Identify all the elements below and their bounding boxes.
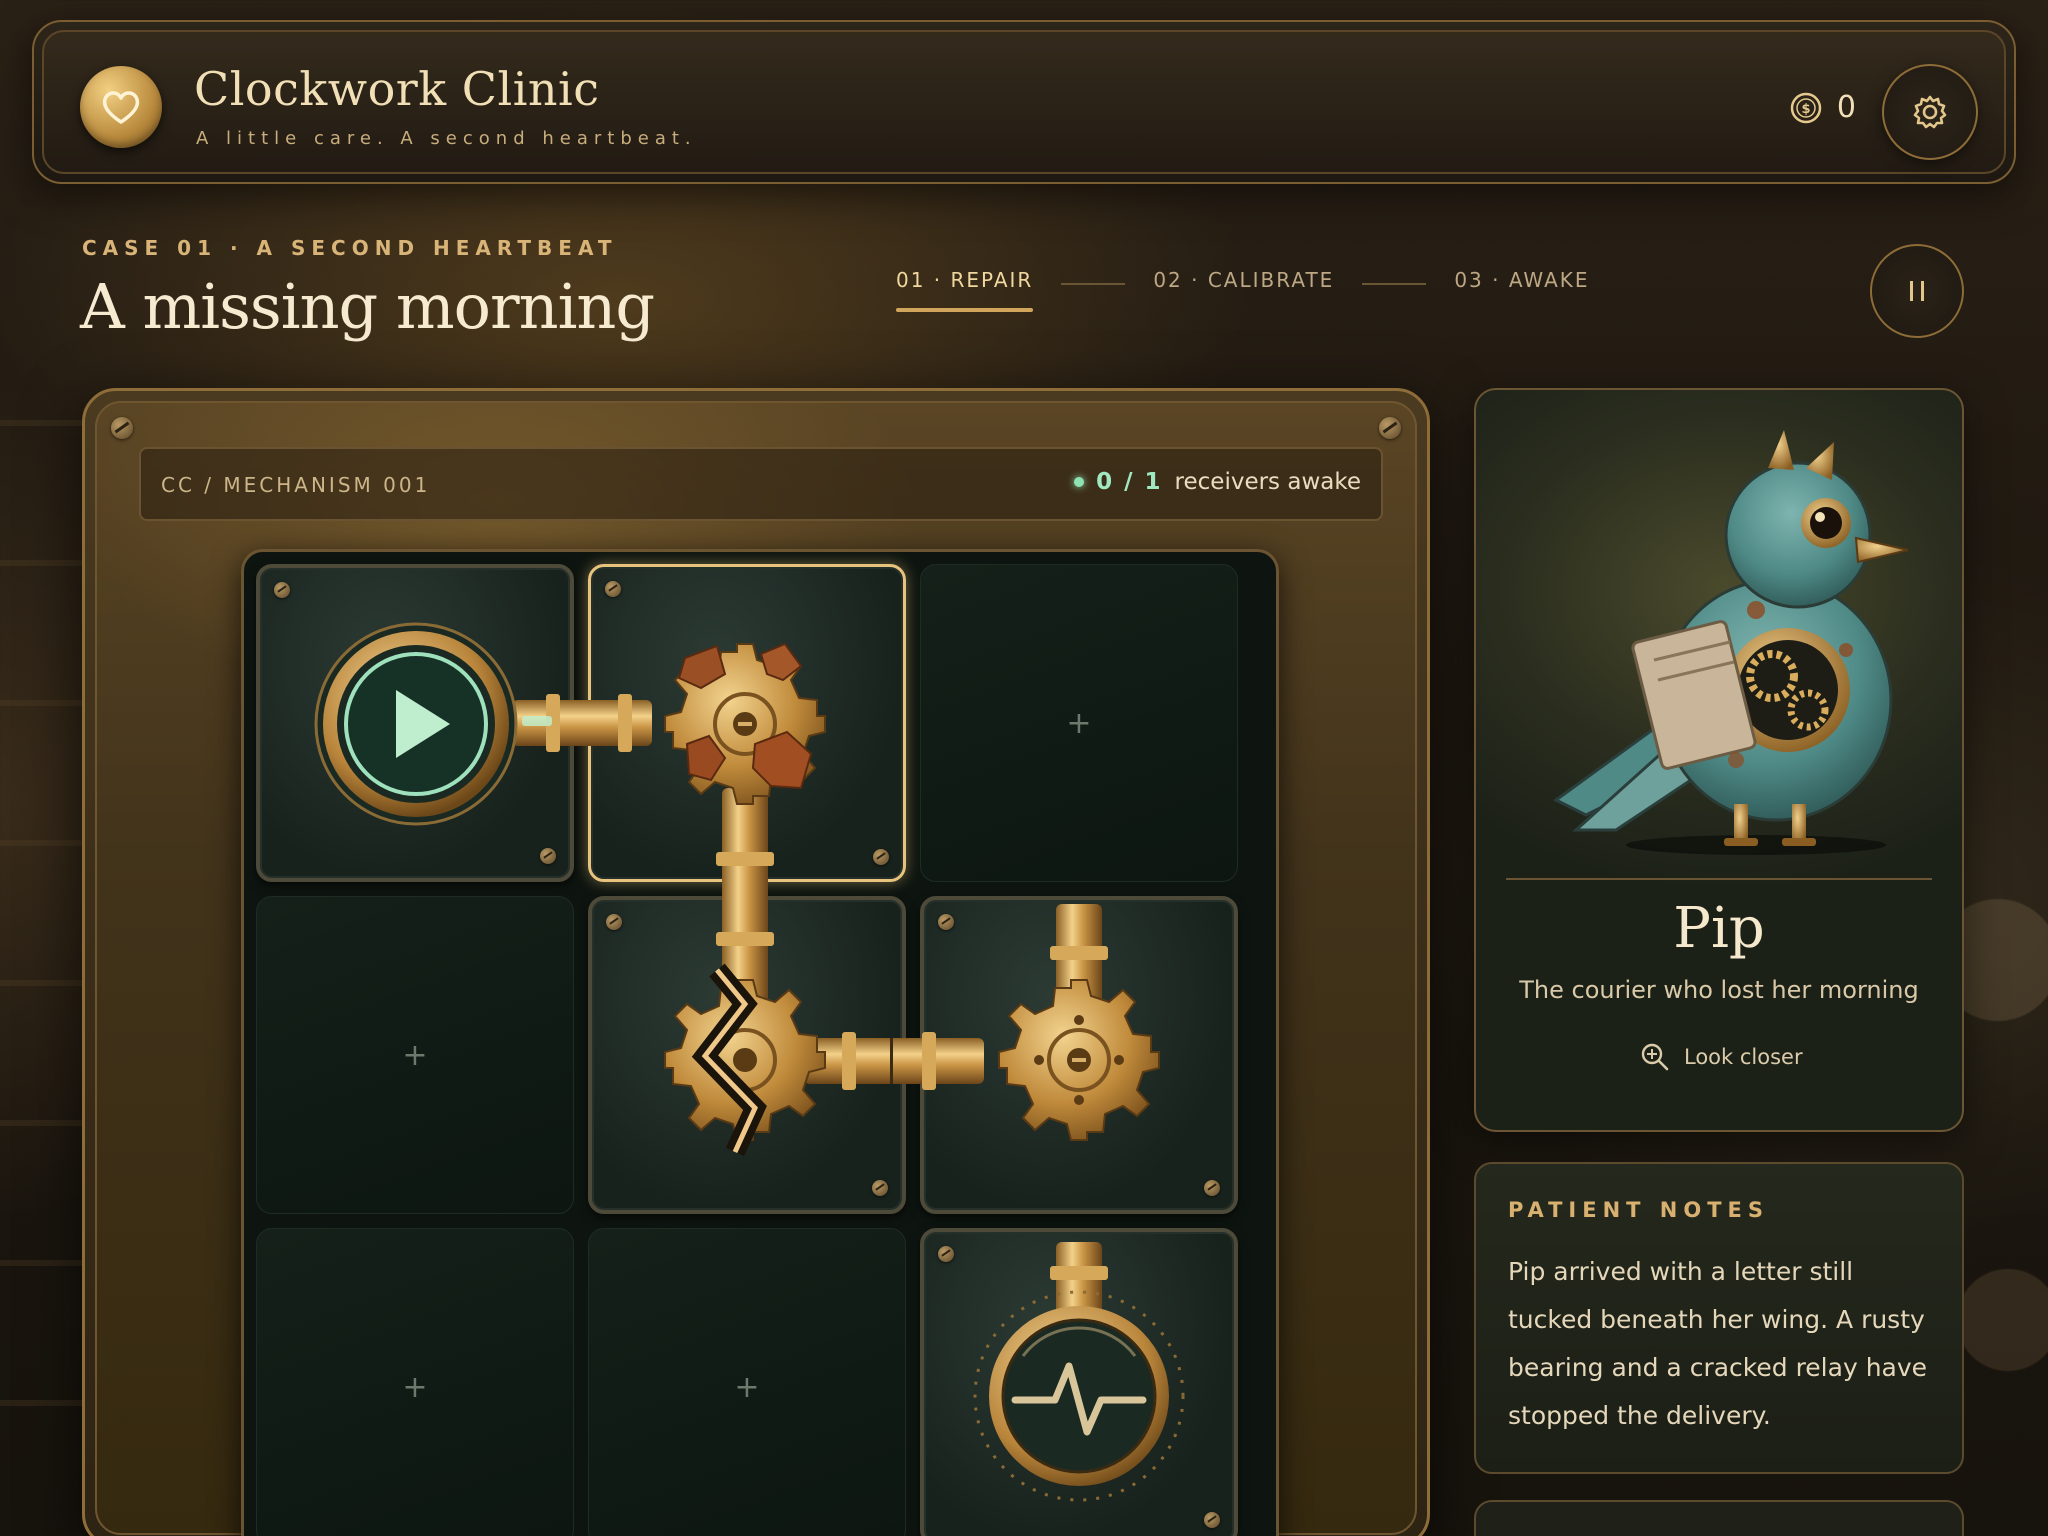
step-repair[interactable]: 01 · REPAIR <box>896 268 1034 312</box>
tile-empty[interactable]: + <box>920 564 1238 882</box>
coin-counter: $ 0 <box>1789 90 1856 125</box>
add-slot-icon: + <box>402 1037 428 1073</box>
tile-cracked-gear[interactable] <box>588 896 906 1214</box>
screw-icon <box>938 914 954 930</box>
patient-description: The courier who lost her morning <box>1519 976 1919 1004</box>
coin-count: 0 <box>1836 90 1856 125</box>
add-slot-icon: + <box>402 1369 428 1405</box>
patient-notes-title: PATIENT NOTES <box>1508 1198 1770 1222</box>
patient-notes-card: PATIENT NOTES Pip arrived with a letter … <box>1474 1162 1964 1474</box>
mechanism-board-inner: CC / MECHANISM 001 0 / 1 receivers awake… <box>95 401 1417 1536</box>
zoom-in-icon <box>1641 1043 1669 1071</box>
tile-source[interactable] <box>256 564 574 882</box>
pause-icon <box>1910 281 1924 301</box>
screw-icon <box>938 1246 954 1262</box>
look-closer-button[interactable]: Look closer <box>1640 1042 1803 1072</box>
patient-card: Pip The courier who lost her morning Loo… <box>1474 388 1964 1132</box>
screw-icon <box>111 417 133 439</box>
screw-icon <box>1204 1180 1220 1196</box>
mechanism-info-bar: CC / MECHANISM 001 0 / 1 receivers awake <box>139 447 1383 521</box>
step-separator <box>1362 283 1427 285</box>
tile-empty[interactable]: + <box>588 1228 906 1536</box>
step-separator <box>1061 283 1126 285</box>
tile-empty[interactable]: + <box>256 1228 574 1536</box>
coin-icon: $ <box>1790 92 1822 123</box>
screw-icon <box>540 848 556 864</box>
receiver-count: 0 / 1 <box>1096 469 1163 495</box>
patient-divider <box>1506 878 1932 880</box>
receiver-status: 0 / 1 receivers awake <box>1074 469 1361 495</box>
app-title: Clockwork Clinic <box>194 62 600 116</box>
background-shelf-right <box>1958 420 2048 1536</box>
case-label: CASE 01 · A SECOND HEARTBEAT <box>82 236 618 260</box>
mechanism-id: CC / MECHANISM 001 <box>161 473 431 497</box>
add-slot-icon: + <box>1066 705 1092 741</box>
svg-text:$: $ <box>1801 102 1810 117</box>
receiver-status-text: receivers awake <box>1174 469 1361 495</box>
patient-name: Pip <box>1673 896 1765 961</box>
app-subtitle: A little care. A second heartbeat. <box>196 128 697 149</box>
pause-button[interactable] <box>1870 244 1964 338</box>
tile-gear[interactable] <box>920 896 1238 1214</box>
add-slot-icon: + <box>734 1369 760 1405</box>
patient-notes-text: Pip arrived with a letter still tucked b… <box>1508 1257 1928 1430</box>
screw-icon <box>1379 417 1401 439</box>
look-closer-label: Look closer <box>1684 1045 1803 1069</box>
step-progress: 01 · REPAIR 02 · CALIBRATE 03 · AWAKE <box>896 268 1590 312</box>
app-header-inner: Clockwork Clinic A little care. A second… <box>42 30 2006 174</box>
next-card <box>1474 1500 1964 1536</box>
step-calibrate[interactable]: 02 · CALIBRATE <box>1153 268 1334 312</box>
status-dot-icon <box>1074 477 1085 487</box>
puzzle-grid: + + + + <box>241 549 1279 1536</box>
tile-receiver[interactable] <box>920 1228 1238 1536</box>
app-header: Clockwork Clinic A little care. A second… <box>32 20 2016 184</box>
screw-icon <box>872 1180 888 1196</box>
screw-icon <box>274 582 290 598</box>
heart-coin-icon <box>80 66 162 148</box>
screw-icon <box>873 849 889 865</box>
settings-button[interactable] <box>1882 64 1978 160</box>
screw-icon <box>1204 1512 1220 1528</box>
tile-rusty-gear[interactable] <box>588 564 906 882</box>
patient-portrait <box>1553 430 1909 855</box>
background-shelf-left <box>0 420 90 1536</box>
tile-empty[interactable]: + <box>256 896 574 1214</box>
gear-icon <box>1913 95 1947 129</box>
screw-icon <box>606 914 622 930</box>
screw-icon <box>605 581 621 597</box>
mechanism-board: CC / MECHANISM 001 0 / 1 receivers awake… <box>82 388 1430 1536</box>
step-awake[interactable]: 03 · AWAKE <box>1454 268 1589 312</box>
case-title: A missing morning <box>80 270 655 343</box>
